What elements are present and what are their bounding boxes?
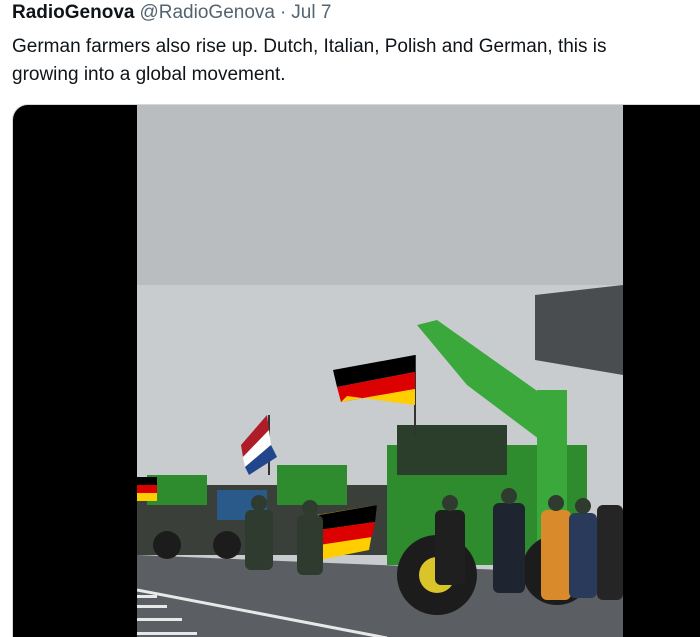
- tweet-video-player[interactable]: [12, 104, 700, 637]
- person-head: [501, 488, 517, 504]
- person-head: [575, 498, 591, 514]
- road-dash: [137, 595, 157, 598]
- german-flag-black: [137, 477, 157, 485]
- tractor-cab: [397, 425, 507, 475]
- author-handle[interactable]: @RadioGenova: [139, 2, 274, 24]
- person-orange-hoodie: [541, 510, 571, 600]
- tweet-card[interactable]: RadioGenova @RadioGenova · Jul 7 German …: [0, 0, 700, 637]
- person: [597, 505, 623, 600]
- video-frame[interactable]: [137, 105, 623, 637]
- tweet-header: RadioGenova @RadioGenova · Jul 7: [12, 2, 331, 24]
- person: [569, 513, 597, 598]
- loader-bucket: [535, 285, 623, 375]
- road-dash: [137, 632, 197, 635]
- cloud-band: [137, 105, 623, 285]
- video-still-tractors-protest: [137, 105, 623, 637]
- person-head: [442, 495, 458, 511]
- person-head: [251, 495, 267, 511]
- person-head: [548, 495, 564, 511]
- author-display-name[interactable]: RadioGenova: [12, 2, 134, 24]
- road-dash: [137, 618, 182, 621]
- tractor-wheel: [153, 531, 181, 559]
- german-flag-red: [137, 485, 157, 493]
- tweet-text: German farmers also rise up. Dutch, Ital…: [12, 33, 696, 89]
- german-flag-gold: [137, 493, 157, 501]
- person: [435, 510, 465, 585]
- tweet-timestamp[interactable]: Jul 7: [291, 2, 331, 24]
- separator-dot: ·: [279, 2, 287, 23]
- tractor: [277, 465, 347, 505]
- person: [297, 515, 323, 575]
- person: [245, 510, 273, 570]
- road-dash: [137, 605, 167, 608]
- tractor-wheel: [213, 531, 241, 559]
- tweet-text-line: growing into a global movement.: [12, 64, 286, 85]
- person: [493, 503, 525, 593]
- person-head: [302, 500, 318, 516]
- tweet-text-line: German farmers also rise up. Dutch, Ital…: [12, 36, 607, 57]
